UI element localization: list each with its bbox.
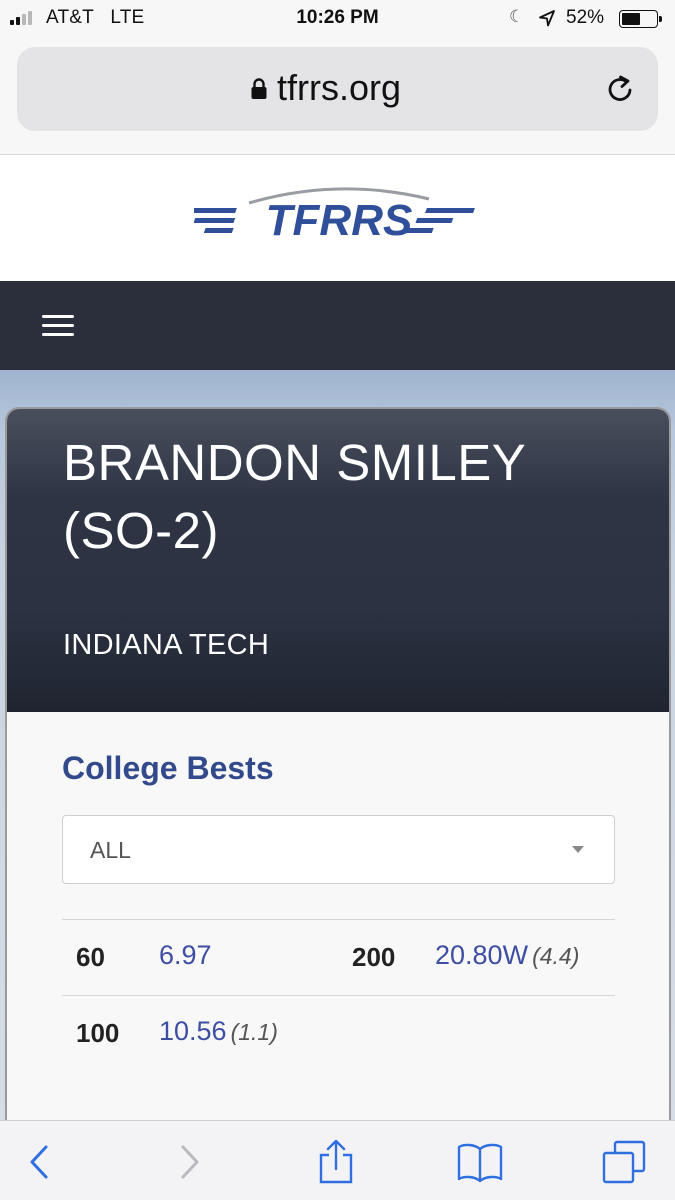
bookmarks-icon[interactable]: [456, 1139, 504, 1185]
battery-icon: [619, 10, 662, 28]
mark-link[interactable]: 10.56 (1.1): [159, 1016, 278, 1047]
chevron-down-icon: [572, 846, 584, 853]
athlete-body: College Bests ALL 60 6.97 200 20.80W (4.4…: [7, 712, 669, 1165]
event-label: 200: [352, 942, 396, 972]
forward-icon[interactable]: [175, 1139, 205, 1185]
tfrrs-logo[interactable]: TFRRS: [194, 183, 484, 245]
athlete-card: BRANDON SMILEY (SO-2) INDIANA TECH Colle…: [5, 407, 671, 1167]
url-text: tfrrs.org: [277, 67, 402, 108]
share-icon[interactable]: [316, 1139, 356, 1185]
event-label: 100: [76, 1018, 120, 1048]
college-bests-title: College Bests: [62, 750, 274, 786]
mark-link[interactable]: 20.80W (4.4): [435, 940, 579, 971]
team-name[interactable]: INDIANA TECH: [63, 629, 269, 662]
main-nav: [0, 281, 675, 370]
location-arrow-icon: [539, 10, 555, 27]
wind-reading: (1.1): [230, 1019, 278, 1045]
logo-text: TFRRS: [266, 196, 413, 245]
back-icon[interactable]: [24, 1139, 54, 1185]
athlete-header: BRANDON SMILEY (SO-2) INDIANA TECH: [7, 409, 669, 712]
battery-percent: 52%: [566, 7, 605, 28]
do-not-disturb-icon: ☾: [509, 7, 525, 26]
url-field[interactable]: tfrrs.org: [17, 47, 658, 131]
tabs-icon[interactable]: [601, 1139, 647, 1185]
lock-icon: [251, 78, 267, 99]
college-bests-table: 60 6.97 200 20.80W (4.4) 100 10.56 (1.1): [62, 919, 615, 1071]
table-row: 100 10.56 (1.1): [62, 995, 615, 1071]
browser-toolbar: [0, 1120, 675, 1200]
menu-icon[interactable]: [42, 315, 74, 337]
event-label: 60: [76, 942, 105, 972]
table-row: 60 6.97 200 20.80W (4.4): [62, 919, 615, 995]
browser-address-area: tfrrs.org: [0, 38, 675, 155]
wind-reading: (4.4): [532, 943, 580, 969]
reload-icon[interactable]: [605, 73, 637, 105]
site-header: TFRRS: [0, 156, 675, 281]
mark-link[interactable]: 6.97: [159, 940, 212, 971]
event-filter-select[interactable]: ALL: [62, 815, 615, 884]
status-bar: AT&T LTE 10:26 PM ☾ 52%: [0, 0, 675, 38]
athlete-name: BRANDON SMILEY (SO-2): [63, 434, 526, 559]
event-filter-value: ALL: [90, 837, 131, 863]
